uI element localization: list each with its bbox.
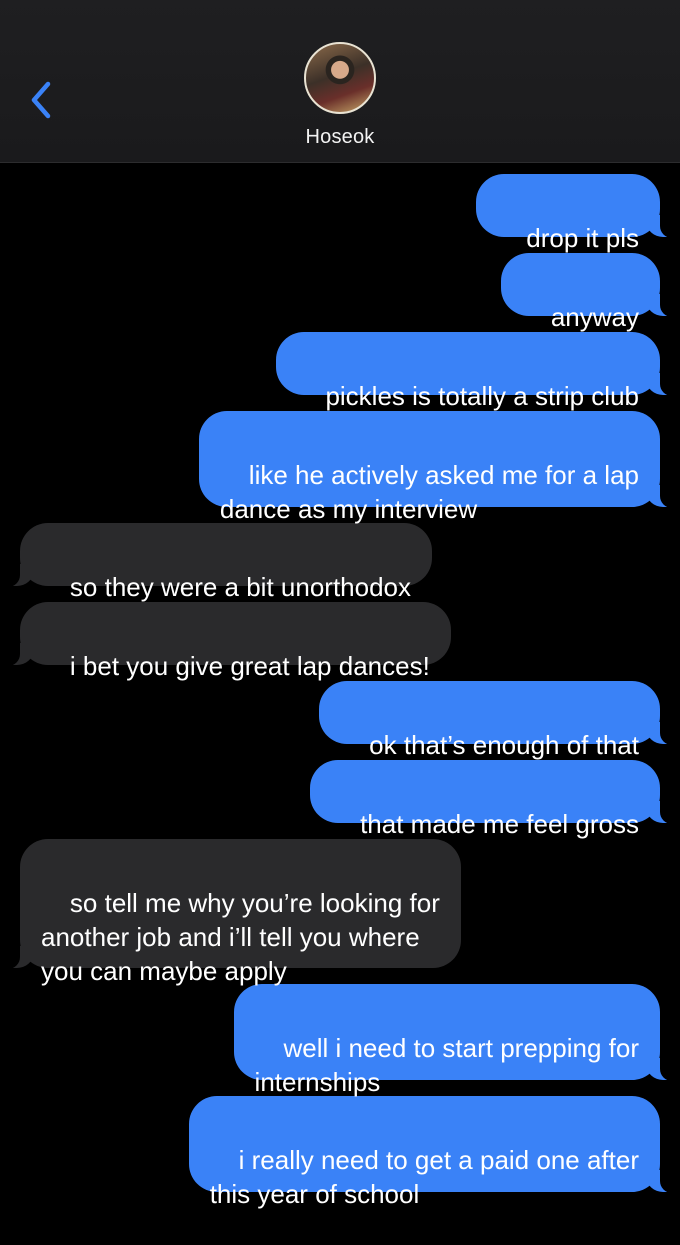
sent-message-bubble[interactable]: ok that’s enough of that [319,681,680,760]
message-text: i really need to get a paid one after th… [209,1145,639,1209]
message-text: that made me feel gross [360,809,639,839]
message-text: so tell me why you’re looking for anothe… [41,888,440,986]
message-text: ok that’s enough of that [369,730,639,760]
conversation-header: Hoseok [0,0,680,163]
sent-message-bubble[interactable]: well i need to start prepping for intern… [233,984,680,1097]
contact-name: Hoseok [305,126,375,148]
message-text: drop it pls [526,223,639,253]
contact-info[interactable]: Hoseok [0,42,680,149]
sent-message-bubble[interactable]: anyway [500,253,680,332]
sent-message-bubble[interactable]: drop it pls [476,174,680,253]
sent-message-bubble[interactable]: that made me feel gross [310,760,680,839]
sent-message-bubble[interactable]: like he actively asked me for a lap danc… [198,411,680,524]
message-text: i bet you give great lap dances! [69,651,430,681]
received-message-bubble[interactable]: so they were a bit unorthodox [0,523,433,602]
received-message-bubble[interactable]: so tell me why you’re looking for anothe… [0,839,461,986]
message-text: so they were a bit unorthodox [69,572,412,602]
message-text: well i need to start prepping for intern… [254,1033,639,1097]
message-text: pickles is totally a strip club [325,381,639,411]
message-text: anyway [550,302,639,332]
sent-message-bubble[interactable]: i really need to get a paid one after th… [188,1096,680,1209]
message-text: like he actively asked me for a lap danc… [219,460,639,524]
message-list: drop it pls anyway pickles is totally a … [0,162,680,1209]
avatar[interactable] [304,42,376,114]
received-message-bubble[interactable]: i bet you give great lap dances! [0,602,451,681]
sent-message-bubble[interactable]: pickles is totally a strip club [275,332,680,411]
